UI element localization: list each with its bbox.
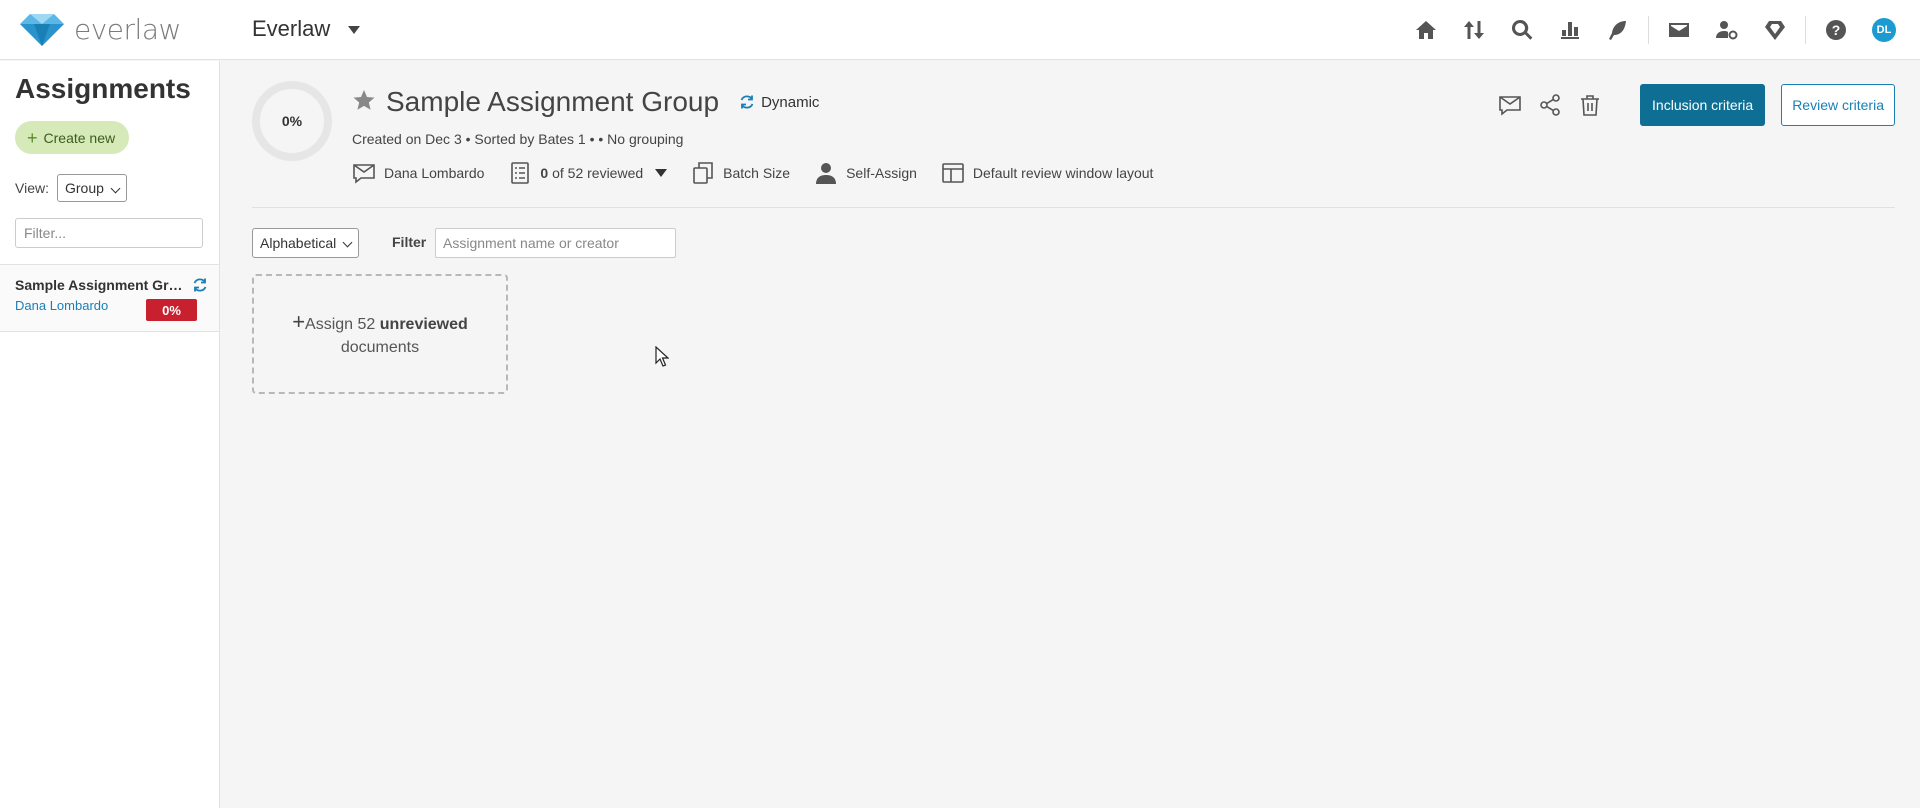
gem-icon[interactable] [1751,0,1799,60]
dynamic-label: Dynamic [761,93,820,111]
reviewed-text: 0 of 52 reviewed [540,165,643,181]
everlaw-logo[interactable]: everlaw [20,13,181,46]
logo-text: everlaw [74,13,181,46]
star-icon[interactable] [352,88,376,117]
progress-percent: 0% [281,113,303,129]
assignment-group-name: Sample Assignment Group [15,277,190,293]
progress-ring: 0% [252,81,332,161]
progress-badge: 0% [146,299,197,321]
assignment-owner-link[interactable]: Dana Lombardo [15,298,108,313]
review-criteria-button[interactable]: Review criteria [1781,84,1895,126]
chevron-down-icon [348,26,361,34]
view-select-value: Group [64,180,104,196]
reviewed-stat[interactable]: 0 of 52 reviewed [508,161,668,185]
view-selector-row: View: Group [15,174,127,202]
sync-icon [193,278,207,292]
sidebar-filter-placeholder: Filter... [24,225,67,241]
assign-prefix: Assign 52 [305,315,380,333]
sidebar-title: Assignments [15,73,191,104]
assign-line: +Assign 52 unreviewed [292,310,468,336]
assignments-sidebar: Assignments + Create new View: Group Fil… [0,61,220,808]
page-title: Sample Assignment Group [386,86,720,117]
batch-size-label: Batch Size [723,165,791,181]
svg-text:?: ? [1832,22,1841,38]
assignment-meta: Created on Dec 3 • Sorted by Bates 1 • •… [352,131,684,147]
assign-bold: unreviewed [379,315,468,333]
nav-icons: ? DL [1402,0,1920,60]
sidebar-filter-input[interactable]: Filter... [15,218,203,248]
layout-stat[interactable]: Default review window layout [941,161,1154,185]
help-icon[interactable]: ? [1812,0,1860,60]
self-assign-label: Self-Assign [846,165,917,181]
mouse-cursor-icon [655,346,669,367]
self-assign-stat[interactable]: Self-Assign [814,161,917,185]
inclusion-criteria-button[interactable]: Inclusion criteria [1640,84,1766,126]
sort-select-value: Alphabetical [260,235,337,251]
layout-icon [942,163,964,183]
assign-documents-card[interactable]: +Assign 52 unreviewed documents [252,274,508,394]
header-actions: Inclusion criteria Review criteria [1496,84,1895,126]
owner-name: Dana Lombardo [384,165,485,181]
list-item[interactable]: Sample Assignment Group Dana Lombardo 0% [0,264,219,332]
assignment-filter-input[interactable]: Assignment name or creator [435,228,676,258]
share-icon[interactable] [1536,91,1564,119]
person-icon [816,163,837,184]
assign-suffix: documents [340,338,420,356]
top-navigation-bar: everlaw Everlaw ? DL [0,0,1920,60]
view-select[interactable]: Group [56,174,127,202]
assignment-filter-placeholder: Assignment name or creator [443,235,619,251]
user-settings-icon[interactable] [1703,0,1751,60]
batch-size-stat[interactable]: Batch Size [691,161,790,185]
reviewed-suffix: of 52 reviewed [548,165,644,181]
plus-icon: + [27,127,38,148]
dynamic-indicator: Dynamic [739,94,819,111]
filter-label: Filter [392,234,427,250]
user-avatar[interactable]: DL [1860,0,1908,60]
create-new-button[interactable]: + Create new [15,121,130,154]
bar-chart-icon[interactable] [1546,0,1594,60]
project-name: Everlaw [252,16,331,41]
avatar: DL [1872,18,1896,42]
title-row: Sample Assignment Group Dynamic [352,86,819,118]
list-icon [511,162,530,184]
message-icon [353,164,375,184]
view-label: View: [15,180,49,196]
mail-icon[interactable] [1655,0,1703,60]
nav-divider [1805,16,1806,44]
nav-divider [1648,16,1649,44]
sort-select[interactable]: Alphabetical [252,228,360,258]
header-divider [252,207,1895,208]
create-new-label: Create new [43,129,116,146]
owner-message-stat[interactable]: Dana Lombardo [352,161,484,185]
copy-icon [693,162,713,184]
layout-label: Default review window layout [972,165,1154,181]
chevron-down-icon [655,169,668,177]
assignment-stats: Dana Lombardo 0 of 52 reviewed Batch Siz… [352,161,1153,185]
sort-arrows-icon[interactable] [1450,0,1498,60]
message-icon[interactable] [1496,91,1524,119]
search-icon[interactable] [1498,0,1546,60]
home-icon[interactable] [1402,0,1450,60]
project-selector[interactable]: Everlaw [252,16,361,42]
feather-pen-icon[interactable] [1594,0,1642,60]
diamond-logo-icon [20,13,64,46]
plus-icon: + [292,308,306,334]
sync-icon [740,95,754,109]
trash-icon[interactable] [1576,91,1604,119]
